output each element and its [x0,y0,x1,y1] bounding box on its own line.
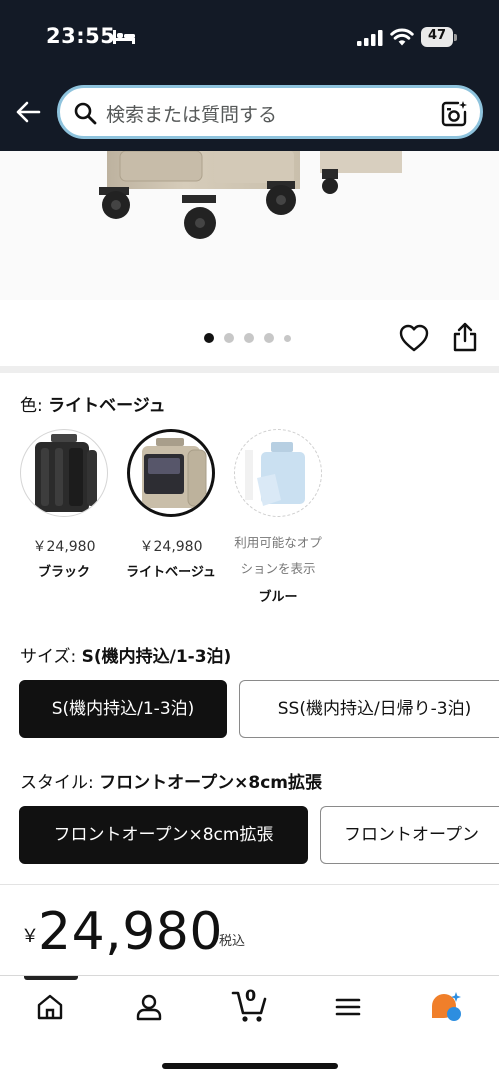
tax-included-label: 税込 [219,934,246,949]
color-swatch-light-beige[interactable] [127,429,215,517]
color-swatch-blue[interactable] [234,429,322,517]
color-swatch-black[interactable] [20,429,108,517]
home-icon[interactable] [35,992,65,1022]
style-selector-label: スタイル: フロントオープン×8cm拡張 [20,768,322,793]
size-label-prefix: サイズ: [20,647,77,667]
size-selector-label: サイズ: S(機内持込/1-3泊) [20,642,231,667]
search-input[interactable]: 検索または質問する [57,85,483,139]
top-bar: 23:55 47 検索または質問する [0,0,499,151]
product-image[interactable] [0,151,499,300]
search-placeholder: 検索または質問する [106,104,278,126]
size-option-ss[interactable]: SS(機内持込/日帰り-3泊) [239,680,499,738]
currency-symbol: ￥ [21,926,39,947]
cart-count: 0 [245,986,257,1005]
bed-icon [113,30,135,44]
swatch-name-blue: ブルー [258,590,298,605]
status-time: 23:55 [46,24,116,48]
account-icon[interactable] [134,992,164,1022]
price-divider [0,884,499,885]
swatch-name-light-beige: ライトベージュ [126,565,216,580]
carousel-dot[interactable] [264,333,274,343]
heart-icon[interactable] [399,324,429,352]
style-option-front-open[interactable]: フロントオープン [320,806,499,864]
carousel-dots[interactable] [204,333,291,343]
suitcase-photo [99,151,402,239]
battery-icon: 47 [421,27,457,47]
suitcase-black-thumbnail [35,434,97,512]
home-indicator [162,1063,338,1069]
size-option-s[interactable]: S(機内持込/1-3泊) [19,680,227,738]
wifi-icon [390,28,414,46]
back-arrow-icon[interactable] [14,98,42,126]
color-label-prefix: 色: [20,396,43,416]
section-divider [0,366,499,373]
swatch-price-light-beige: ￥24,980 [139,539,203,555]
color-selected-value: ライトベージュ [48,396,166,416]
rufus-ai-icon[interactable] [428,990,464,1024]
swatch-name-black: ブラック [37,565,90,580]
style-label-prefix: スタイル: [20,773,94,793]
size-selected-value: S(機内持込/1-3泊) [81,647,232,667]
suitcase-blue-thumbnail [245,442,305,506]
product-price: 24,980 [38,902,223,962]
carousel-dot[interactable] [224,333,234,343]
carousel-dot[interactable] [244,333,254,343]
menu-icon[interactable] [333,992,363,1022]
camera-icon[interactable] [440,100,468,128]
style-option-front-open-8cm[interactable]: フロントオープン×8cm拡張 [19,806,308,864]
battery-level: 47 [427,28,447,43]
cart-button[interactable]: 0 [230,984,270,1024]
swatch-availability-line-1: 利用可能なオプ [234,535,322,550]
swatch-price-black: ￥24,980 [32,539,96,555]
cellular-signal-icon [357,30,383,46]
suitcase-beige-thumbnail [142,438,207,508]
swatch-availability-line-2: ションを表示 [240,561,316,576]
color-selector-label: 色: ライトベージュ [20,391,166,416]
style-selected-value: フロントオープン×8cm拡張 [99,773,322,793]
active-tab-indicator [24,976,78,980]
share-icon[interactable] [452,322,478,352]
carousel-dot[interactable] [284,334,291,342]
search-icon [74,102,97,125]
swatch-availability-blue: 利用可能なオプ ションを表示 [223,530,333,582]
carousel-dot[interactable] [204,333,214,343]
